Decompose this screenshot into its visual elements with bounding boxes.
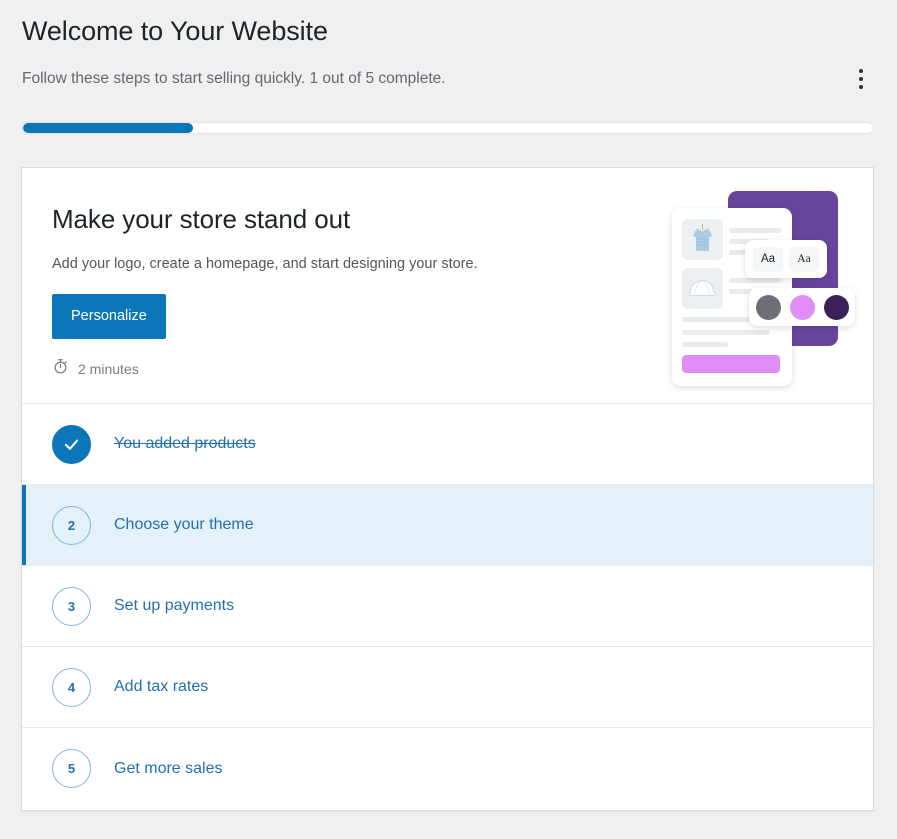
illustration-cta-block <box>682 355 780 373</box>
setup-steps-list: You added products 2 Choose your theme 3… <box>22 404 873 809</box>
step-label: Set up payments <box>114 597 235 614</box>
placeholder-line <box>682 342 728 347</box>
font-sample-sans: Aa <box>753 246 783 272</box>
stopwatch-icon <box>52 358 69 380</box>
step-label: Get more sales <box>114 759 223 777</box>
kebab-dot <box>859 85 863 89</box>
step-number-badge: 2 <box>52 505 91 545</box>
step-row-choose-your-theme[interactable]: 2 Choose your theme <box>22 485 873 566</box>
step-row-get-more-sales[interactable]: 5 Get more sales <box>22 728 873 809</box>
featured-task-panel: Make your store stand out Add your logo,… <box>22 168 873 404</box>
featured-task-description: Add your logo, create a homepage, and st… <box>52 256 478 272</box>
step-number-badge: 5 <box>52 749 91 788</box>
tshirt-thumbnail-icon <box>682 219 723 260</box>
kebab-dot <box>859 77 863 81</box>
kebab-dot <box>859 69 863 73</box>
color-swatch-orchid <box>789 294 815 320</box>
step-row-add-tax-rates[interactable]: 4 Add tax rates <box>22 647 873 728</box>
check-icon <box>52 424 91 464</box>
font-sample-serif: Aa <box>789 246 819 272</box>
time-estimate-label: 2 minutes <box>78 361 139 377</box>
placeholder-line <box>729 228 781 233</box>
page-subtitle: Follow these steps to start selling quic… <box>22 70 446 87</box>
illustration-color-palette-card <box>749 288 855 326</box>
illustration-typography-card: Aa Aa <box>745 240 827 278</box>
setup-progress-fill <box>23 123 193 133</box>
color-swatch-gray <box>755 294 781 320</box>
cap-thumbnail-icon <box>682 268 723 309</box>
setup-progress-bar <box>22 122 874 134</box>
page-title: Welcome to Your Website <box>22 16 328 46</box>
step-label: Add tax rates <box>114 678 209 695</box>
store-design-illustration: Aa Aa <box>652 191 855 386</box>
step-row-you-added-products[interactable]: You added products <box>22 404 873 485</box>
step-label: Choose your theme <box>114 516 254 533</box>
kebab-menu-icon[interactable] <box>849 60 873 98</box>
color-swatch-deep-purple <box>823 294 849 320</box>
placeholder-line <box>729 278 781 283</box>
step-number-badge: 4 <box>52 667 91 707</box>
setup-task-card: Make your store stand out Add your logo,… <box>21 167 874 811</box>
time-estimate: 2 minutes <box>52 358 139 380</box>
personalize-button[interactable]: Personalize <box>52 294 166 339</box>
step-label: You added products <box>114 435 256 452</box>
placeholder-line <box>682 330 770 335</box>
step-number-badge: 3 <box>52 586 91 626</box>
featured-task-title: Make your store stand out <box>52 204 351 234</box>
page-header: Welcome to Your Website Follow these ste… <box>0 0 897 167</box>
step-row-set-up-payments[interactable]: 3 Set up payments <box>22 566 873 647</box>
